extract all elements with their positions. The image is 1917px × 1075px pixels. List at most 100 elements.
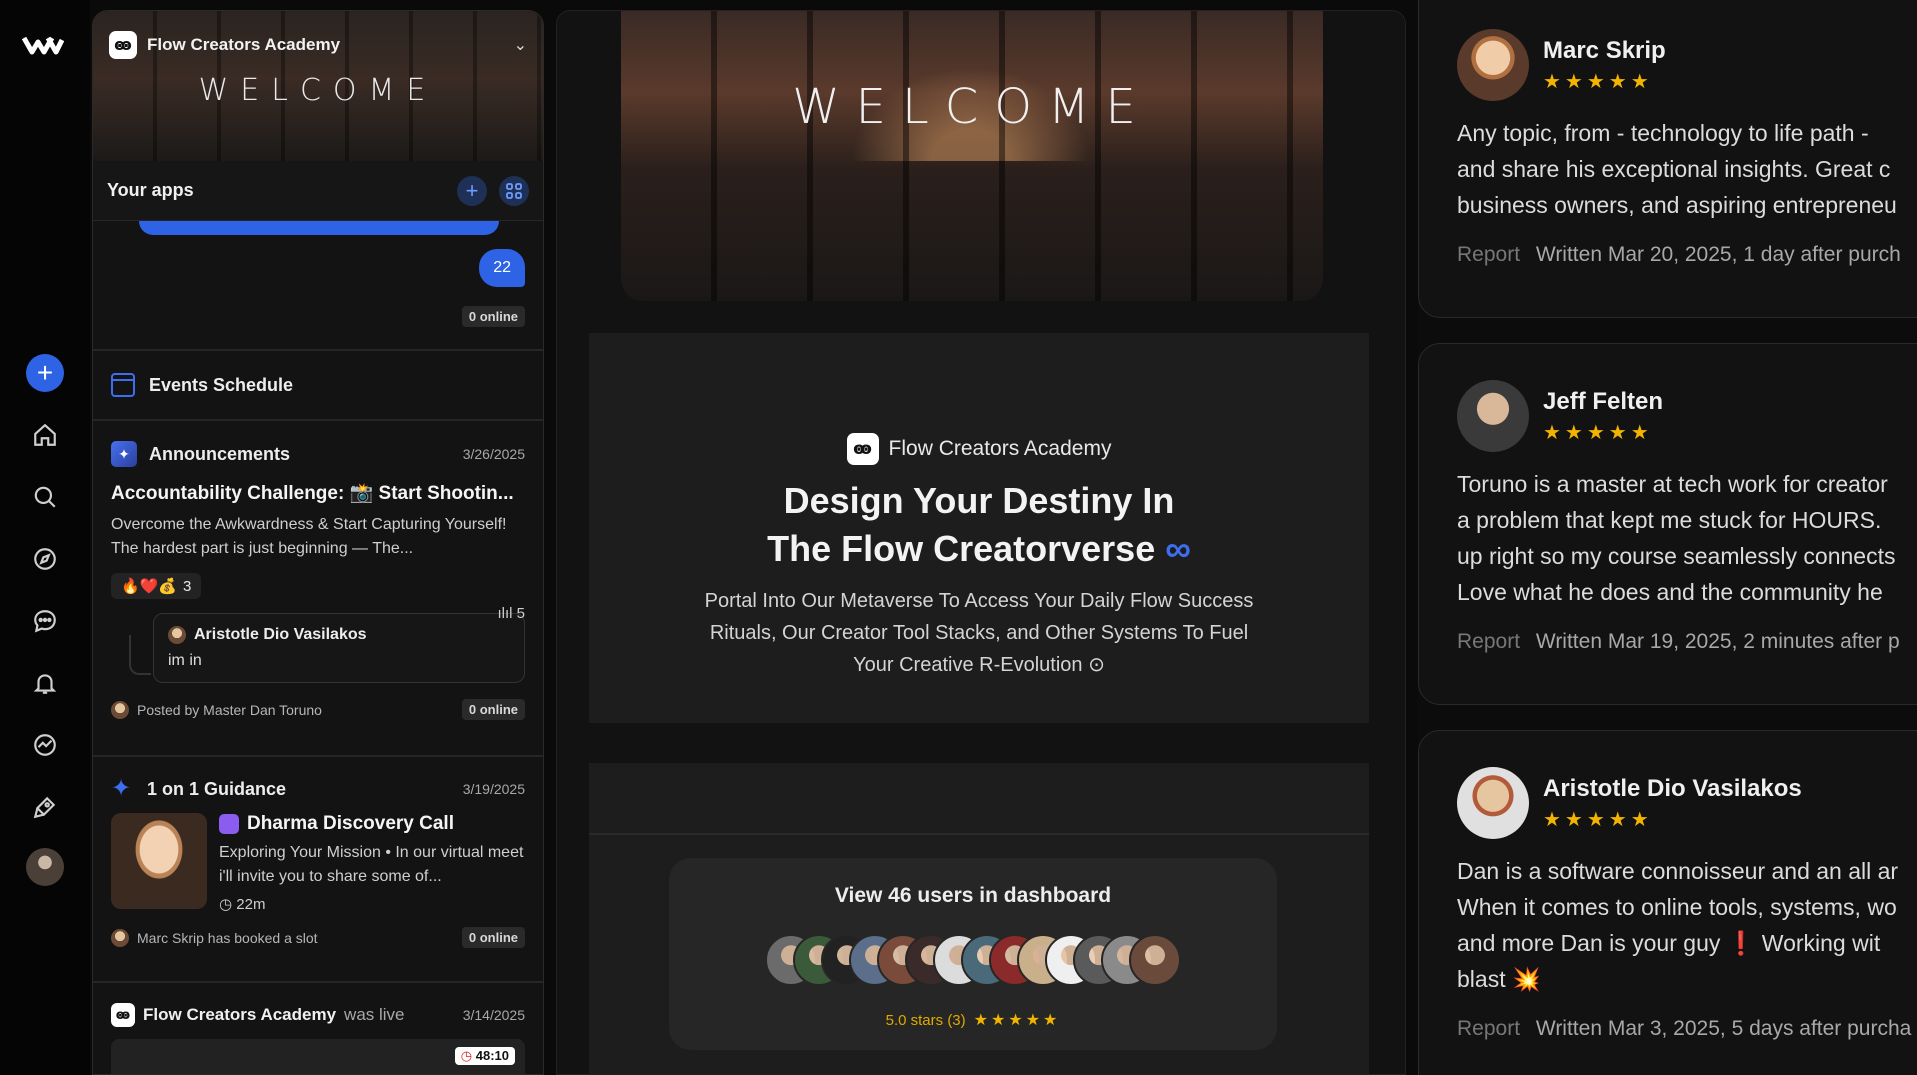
reply-author-name: Aristotle Dio Vasilakos xyxy=(194,626,367,643)
announcement-body: Overcome the Awkwardness & Start Capturi… xyxy=(111,516,507,557)
review-text: Toruno is a master at tech work for crea… xyxy=(1457,466,1917,610)
reply-preview[interactable]: Aristotle Dio Vasilakos im in xyxy=(153,613,525,683)
review-line: Dan is a software connoisseur and an all… xyxy=(1457,858,1899,884)
bar-chart-icon: ılıl xyxy=(497,605,513,622)
search-icon[interactable] xyxy=(26,478,64,516)
section-divider xyxy=(589,833,1369,835)
intro-section: ꙭ Flow Creators Academy Design Your Dest… xyxy=(589,333,1369,723)
intro-title-line1: Design Your Destiny In xyxy=(783,480,1175,521)
announcements-card[interactable]: ✦ Announcements 3/26/2025 Accountability… xyxy=(93,421,543,757)
community-logo-icon: ꙭ xyxy=(846,433,879,465)
rocket-icon[interactable] xyxy=(26,788,64,826)
views-count: 5 xyxy=(516,605,525,622)
reactions-badge[interactable]: 🔥❤️💰 3 xyxy=(111,573,202,599)
report-link[interactable]: Report xyxy=(1457,1017,1520,1040)
guidance-card[interactable]: ✦ 1 on 1 Guidance 3/19/2025 Dharma Disco… xyxy=(93,757,543,983)
dashboard-section: View 46 users in dashboard 5.0 stars (3)… xyxy=(589,763,1369,1074)
reaction-count: 3 xyxy=(183,577,192,595)
poster-avatar xyxy=(111,700,129,719)
live-thumbnail[interactable]: ◷ 48:10 xyxy=(111,1039,525,1074)
hero-welcome-text: WELCOME xyxy=(792,79,1152,135)
reaction-emojis: 🔥❤️💰 xyxy=(121,578,178,595)
report-link[interactable]: Report xyxy=(1457,243,1520,266)
chat-preview[interactable]: 22 0 online xyxy=(93,215,543,351)
reply-text: im in xyxy=(168,652,202,669)
live-timer: ◷ 48:10 xyxy=(454,1047,515,1065)
view-users-link[interactable]: View 46 users in dashboard xyxy=(669,884,1277,908)
reply-author-avatar xyxy=(168,626,186,644)
announcement-date: 3/26/2025 xyxy=(462,446,525,462)
compass-icon[interactable] xyxy=(26,540,64,578)
reply-connector xyxy=(129,635,151,675)
review-card: Aristotle Dio Vasilakos ★★★★★ Dan is a s… xyxy=(1418,730,1917,1075)
rating-stars-icon: ★★★★★ xyxy=(973,1012,1061,1029)
community-logo-icon: ꙭ xyxy=(109,31,137,59)
clock-icon: ◷ xyxy=(219,896,233,913)
calendar-icon xyxy=(111,373,135,397)
review-text: Dan is a software connoisseur and an all… xyxy=(1457,853,1917,997)
guidance-title[interactable]: Dharma Discovery Call xyxy=(247,813,454,835)
review-date: Written Mar 20, 2025, 1 day after purch xyxy=(1535,243,1901,266)
events-schedule-label: Events Schedule xyxy=(149,374,294,395)
guidance-duration: 22m xyxy=(236,896,266,913)
reviewer-name: Aristotle Dio Vasilakos xyxy=(1543,774,1802,802)
review-line: Toruno is a master at tech work for crea… xyxy=(1457,471,1888,497)
review-date: Written Mar 19, 2025, 2 minutes after p xyxy=(1535,630,1900,653)
review-line: Any topic, from - technology to life pat… xyxy=(1457,120,1869,146)
main-content: WELCOME ꙭ Flow Creators Academy Design Y… xyxy=(556,10,1406,1075)
apps-grid-icon[interactable] xyxy=(499,175,529,206)
reviewer-name: Jeff Felten xyxy=(1543,387,1664,415)
community-switcher[interactable]: ꙭ Flow Creators Academy ⌄ xyxy=(109,31,527,59)
user-avatar-stack[interactable] xyxy=(669,934,1277,986)
user-avatar[interactable] xyxy=(26,848,64,886)
chat-message-bubble[interactable]: 22 xyxy=(479,249,525,287)
review-line: and more Dan is your guy ❗ Working wit xyxy=(1457,930,1881,956)
review-line: blast 💥 xyxy=(1457,966,1541,992)
intro-subtitle: Portal Into Our Metaverse To Access Your… xyxy=(704,590,1254,676)
hero-banner: WELCOME xyxy=(621,11,1323,301)
booker-avatar xyxy=(111,928,129,947)
dashboard-card[interactable]: View 46 users in dashboard 5.0 stars (3)… xyxy=(669,858,1277,1050)
reviewer-avatar xyxy=(1457,767,1529,839)
review-card: Jeff Felten ★★★★★ Toruno is a master at … xyxy=(1418,343,1917,705)
sidebar-banner: ꙭ Flow Creators Academy ⌄ WELCOME xyxy=(93,11,543,161)
guidance-date: 3/19/2025 xyxy=(462,781,525,797)
review-line: When it comes to online tools, systems, … xyxy=(1457,894,1897,920)
record-icon: ◷ xyxy=(460,1048,473,1063)
review-text: Any topic, from - technology to life pat… xyxy=(1457,115,1917,223)
events-schedule-item[interactable]: Events Schedule xyxy=(93,351,543,421)
nav-rail: + xyxy=(0,0,90,1075)
review-stars-icon: ★★★★★ xyxy=(1543,70,1653,93)
guidance-label: 1 on 1 Guidance xyxy=(147,778,287,799)
banner-welcome-text: WELCOME xyxy=(198,73,438,108)
community-logo-icon: ꙭ xyxy=(111,1003,135,1027)
home-icon[interactable] xyxy=(26,416,64,454)
whop-logo-icon[interactable] xyxy=(22,30,64,58)
rating-text: 5.0 stars (3) xyxy=(885,1011,966,1029)
reviewer-avatar xyxy=(1457,380,1529,452)
report-link[interactable]: Report xyxy=(1457,630,1520,653)
add-icon[interactable]: + xyxy=(26,354,64,392)
member-avatar[interactable] xyxy=(1129,934,1181,986)
your-apps-header: Your apps + xyxy=(93,161,543,221)
announcements-label: Announcements xyxy=(149,443,291,464)
booked-slot-text: Marc Skrip has booked a slot xyxy=(137,929,318,946)
reviewer-name: Marc Skrip xyxy=(1543,36,1666,64)
chat-icon[interactable] xyxy=(26,602,64,640)
analytics-icon[interactable] xyxy=(26,726,64,764)
bell-icon[interactable] xyxy=(26,664,64,702)
chevron-down-icon[interactable]: ⌄ xyxy=(514,35,527,55)
online-count: 0 online xyxy=(461,927,525,948)
posted-by: Posted by Master Dan Toruno xyxy=(137,701,322,718)
add-app-button[interactable]: + xyxy=(457,175,487,206)
intro-brand: ꙭ Flow Creators Academy xyxy=(589,433,1369,465)
was-live-label: was live xyxy=(344,1005,405,1024)
guidance-thumbnail xyxy=(111,813,207,909)
review-stars-icon: ★★★★★ xyxy=(1543,808,1653,831)
timer-value: 48:10 xyxy=(475,1048,509,1063)
intro-title: Design Your Destiny In The Flow Creatorv… xyxy=(589,477,1369,573)
announcement-title[interactable]: Accountability Challenge: 📸 Start Shooti… xyxy=(111,481,525,505)
live-card[interactable]: ꙭ Flow Creators Academy was live 3/14/20… xyxy=(93,983,543,1074)
review-line: a problem that kept me stuck for HOURS. xyxy=(1457,507,1882,533)
review-line: business owners, and aspiring entreprene… xyxy=(1457,192,1897,218)
